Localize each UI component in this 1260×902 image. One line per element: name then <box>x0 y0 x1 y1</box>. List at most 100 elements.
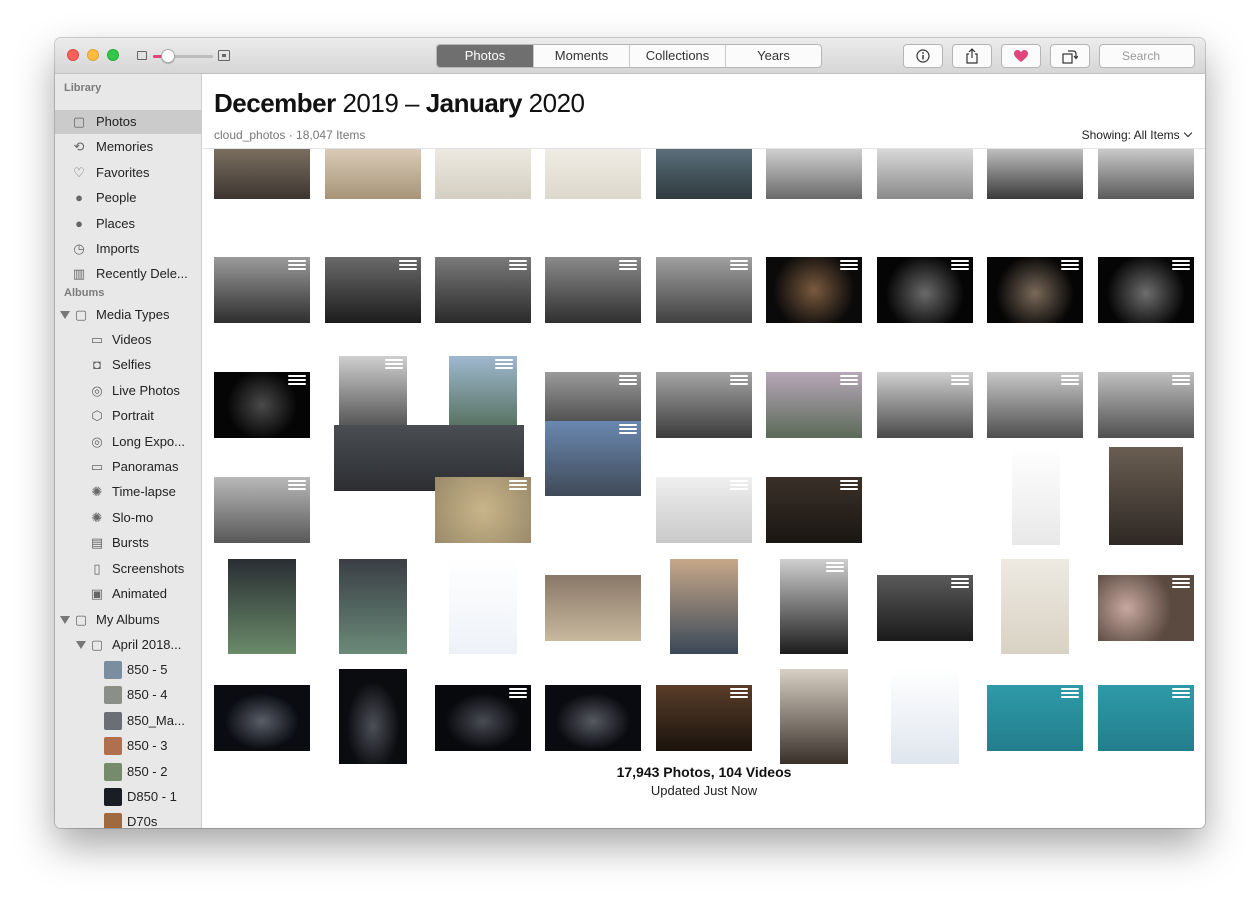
photo-thumbnail[interactable] <box>214 685 310 751</box>
photo-thumbnail[interactable] <box>891 669 959 764</box>
sidebar-item-slo-mo[interactable]: ✺ Slo-mo <box>55 506 201 530</box>
showing-filter[interactable]: Showing: All Items <box>1082 128 1193 142</box>
sidebar-item-memories[interactable]: ⟲ Memories <box>55 135 201 159</box>
photo-thumbnail[interactable] <box>877 257 973 323</box>
sidebar-item-portrait[interactable]: ⬡ Portrait <box>55 404 201 428</box>
sidebar-item-long-expo[interactable]: ◎ Long Expo... <box>55 430 201 454</box>
photo-thumbnail[interactable] <box>1098 372 1194 438</box>
photo-thumbnail[interactable] <box>766 149 862 199</box>
photo-thumbnail[interactable] <box>1098 575 1194 641</box>
zoom-in-icon[interactable] <box>218 50 230 61</box>
photo-thumbnail[interactable] <box>656 149 752 199</box>
sidebar-item-album[interactable]: 850 - 4 <box>55 683 201 707</box>
sidebar-item-album[interactable]: 850 - 5 <box>55 658 201 682</box>
photo-thumbnail[interactable] <box>339 559 407 654</box>
photo-thumbnail[interactable] <box>1098 685 1194 751</box>
minimize-button[interactable] <box>87 49 99 61</box>
sidebar-item-album[interactable]: D70s <box>55 810 201 828</box>
photo-thumbnail[interactable] <box>656 477 752 543</box>
search-input[interactable]: Search <box>1099 44 1195 68</box>
photo-thumbnail[interactable] <box>545 575 641 641</box>
photo-thumbnail[interactable] <box>670 559 738 654</box>
sidebar-item-selfies[interactable]: ◘ Selfies <box>55 353 201 377</box>
photo-thumbnail[interactable] <box>1109 447 1183 545</box>
info-button[interactable] <box>903 44 943 68</box>
adjustments-icon <box>951 375 969 387</box>
photo-thumbnail[interactable] <box>656 372 752 438</box>
photo-thumbnail[interactable] <box>325 257 421 323</box>
sidebar-item-time-lapse[interactable]: ✺ Time-lapse <box>55 480 201 504</box>
photo-thumbnail[interactable] <box>766 257 862 323</box>
zoom-slider[interactable] <box>153 49 213 63</box>
photo-thumbnail[interactable] <box>545 257 641 323</box>
sidebar-item-screenshots[interactable]: ▯ Screenshots <box>55 557 201 581</box>
photo-thumbnail[interactable] <box>214 372 310 438</box>
photo-thumbnail[interactable] <box>214 257 310 323</box>
photo-thumbnail[interactable] <box>780 669 848 764</box>
tab-moments[interactable]: Moments <box>533 45 629 67</box>
photo-thumbnail[interactable] <box>1012 447 1060 545</box>
sidebar-item-photos[interactable]: ▢ Photos <box>55 110 201 134</box>
sidebar-item-album-folder[interactable]: ▢ April 2018... <box>55 633 201 657</box>
close-button[interactable] <box>67 49 79 61</box>
sidebar-item-favorites[interactable]: ♡ Favorites <box>55 161 201 185</box>
rotate-button[interactable] <box>1050 44 1090 68</box>
photo-thumbnail[interactable] <box>877 575 973 641</box>
tab-years[interactable]: Years <box>725 45 821 67</box>
photo-thumbnail[interactable] <box>766 477 862 543</box>
sidebar-item-label: Selfies <box>112 357 152 373</box>
photo-thumbnail[interactable] <box>1098 257 1194 323</box>
sidebar-item-imports[interactable]: ◷ Imports <box>55 237 201 261</box>
sidebar-item-media-types[interactable]: ▢ Media Types <box>55 303 201 327</box>
tab-collections[interactable]: Collections <box>629 45 725 67</box>
photo-thumbnail[interactable] <box>1098 149 1194 199</box>
sidebar-item-label: D850 - 1 <box>127 789 177 804</box>
photo-thumbnail[interactable] <box>435 257 531 323</box>
photo-thumbnail[interactable] <box>545 149 641 199</box>
sidebar-item-places[interactable]: ● Places <box>55 212 201 236</box>
sidebar-item-people[interactable]: ● People <box>55 186 201 210</box>
photo-thumbnail[interactable] <box>449 559 517 654</box>
title-year-start: 2019 – <box>335 88 426 118</box>
photo-thumbnail[interactable] <box>877 149 973 199</box>
sidebar-item-album[interactable]: D850 - 1 <box>55 785 201 809</box>
sidebar-item-album[interactable]: 850 - 2 <box>55 760 201 784</box>
photo-thumbnail[interactable] <box>987 372 1083 438</box>
photo-thumbnail[interactable] <box>987 257 1083 323</box>
sidebar-item-my-albums[interactable]: ▢ My Albums <box>55 608 201 632</box>
zoom-slider-knob[interactable] <box>161 49 175 63</box>
sidebar-item-bursts[interactable]: ▤ Bursts <box>55 531 201 555</box>
sidebar-item-label: Slo-mo <box>112 509 154 525</box>
photo-thumbnail[interactable] <box>214 149 310 199</box>
sidebar-item-live-photos[interactable]: ◎ Live Photos <box>55 379 201 403</box>
photo-thumbnail[interactable] <box>656 685 752 751</box>
fullscreen-button[interactable] <box>107 49 119 61</box>
photo-thumbnail[interactable] <box>214 477 310 543</box>
sidebar-item-panoramas[interactable]: ▭ Panoramas <box>55 455 201 479</box>
photo-thumbnail[interactable] <box>545 421 641 496</box>
photo-thumbnail[interactable] <box>1001 559 1069 654</box>
tab-photos[interactable]: Photos <box>437 45 533 67</box>
photo-thumbnail[interactable] <box>339 669 407 764</box>
photo-thumbnail[interactable] <box>435 685 531 751</box>
sidebar-item-album[interactable]: 850_Ma... <box>55 709 201 733</box>
sidebar-item-videos[interactable]: ▭ Videos <box>55 328 201 352</box>
photo-thumbnail[interactable] <box>987 149 1083 199</box>
photo-thumbnail[interactable] <box>656 257 752 323</box>
favorite-button[interactable] <box>1001 44 1041 68</box>
photo-thumbnail[interactable] <box>435 477 531 543</box>
photo-thumbnail[interactable] <box>545 685 641 751</box>
photo-thumbnail[interactable] <box>325 149 421 199</box>
showing-value[interactable]: All Items <box>1134 128 1180 142</box>
photo-thumbnail[interactable] <box>766 372 862 438</box>
sidebar-item-album[interactable]: 850 - 3 <box>55 734 201 758</box>
photo-thumbnail[interactable] <box>780 559 848 654</box>
zoom-out-icon[interactable] <box>137 51 147 60</box>
share-button[interactable] <box>952 44 992 68</box>
photo-thumbnail[interactable] <box>435 149 531 199</box>
sidebar-item-animated[interactable]: ▣ Animated <box>55 582 201 606</box>
photo-thumbnail[interactable] <box>987 685 1083 751</box>
sidebar-item-recently-dele[interactable]: ▥ Recently Dele... <box>55 262 201 286</box>
photo-thumbnail[interactable] <box>228 559 296 654</box>
photo-thumbnail[interactable] <box>877 372 973 438</box>
